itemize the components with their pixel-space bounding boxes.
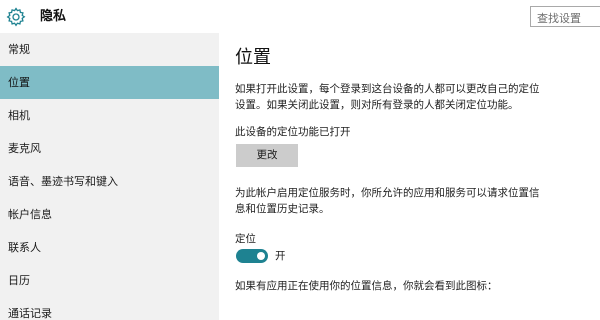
sidebar-item-camera[interactable]: 相机 [0, 99, 219, 132]
sidebar: 常规 位置 相机 麦克风 语音、墨迹书写和键入 帐户信息 联系人 日历 通话记录 [0, 33, 219, 320]
description-line: 为此帐户启用定位服务时，你所允许的应用和服务可以请求位置信 [235, 187, 540, 199]
gear-icon [6, 7, 26, 27]
location-toggle[interactable] [236, 249, 268, 263]
search-input[interactable]: 查找设置 [530, 6, 600, 27]
toggle-knob [257, 252, 265, 260]
location-icon-info: 如果有应用正在使用你的位置信息，你就会看到此图标： [235, 280, 498, 292]
header-bar: 隐私 查找设置 [0, 0, 600, 33]
sidebar-item-account-info[interactable]: 帐户信息 [0, 198, 219, 231]
sidebar-item-location[interactable]: 位置 [0, 66, 219, 99]
sidebar-item-calendar[interactable]: 日历 [0, 264, 219, 297]
change-button[interactable]: 更改 [236, 144, 298, 167]
sidebar-item-general[interactable]: 常规 [0, 33, 219, 66]
page-title: 隐私 [40, 9, 67, 24]
section-title: 位置 [235, 47, 271, 68]
location-toggle-label: 定位 [235, 233, 256, 245]
sidebar-item-speech-inking-typing[interactable]: 语音、墨迹书写和键入 [0, 165, 219, 198]
sidebar-item-call-history[interactable]: 通话记录 [0, 297, 219, 320]
location-description: 如果打开此设置，每个登录到这台设备的人都可以更改自己的定位 设置。如果关闭此设置… [235, 81, 585, 113]
sidebar-item-contacts[interactable]: 联系人 [0, 231, 219, 264]
settings-window: 隐私 查找设置 常规 位置 相机 麦克风 语音、墨迹书写和键入 帐户信息 联系人… [0, 0, 600, 320]
account-location-description: 为此帐户启用定位服务时，你所允许的应用和服务可以请求位置信 息和位置历史记录。 [235, 185, 585, 217]
main-content: 位置 如果打开此设置，每个登录到这台设备的人都可以更改自己的定位 设置。如果关闭… [219, 33, 600, 320]
description-line: 设置。如果关闭此设置，则对所有登录的人都关闭定位功能。 [235, 99, 519, 111]
description-line: 息和位置历史记录。 [235, 203, 330, 215]
description-line: 如果打开此设置，每个登录到这台设备的人都可以更改自己的定位 [235, 83, 540, 95]
sidebar-item-microphone[interactable]: 麦克风 [0, 132, 219, 165]
toggle-state-label: 开 [275, 250, 286, 262]
device-location-status: 此设备的定位功能已打开 [235, 126, 351, 138]
